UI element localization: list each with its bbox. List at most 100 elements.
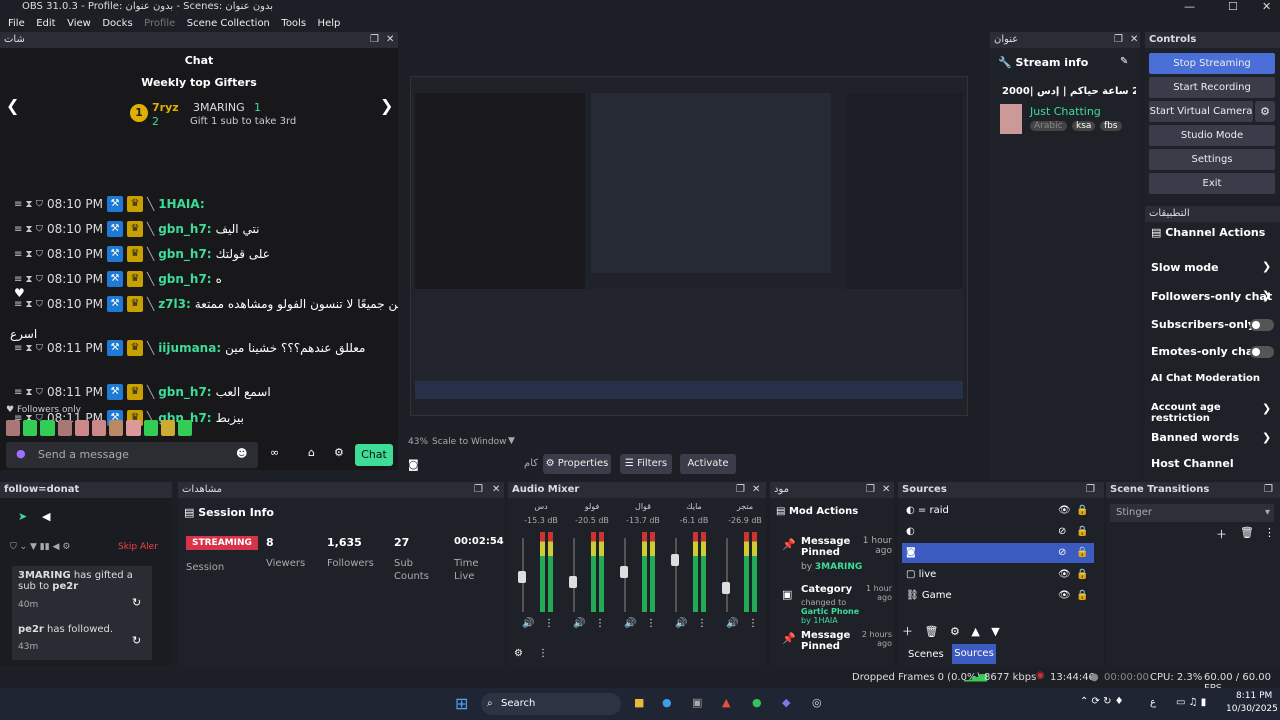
folder-icon[interactable]: ■ — [634, 696, 644, 709]
menu-icon[interactable]: ⋮ — [544, 618, 554, 629]
chat-input-box[interactable]: ● Send a message ☻ — [6, 442, 258, 468]
add-icon[interactable]: ＋ — [1216, 526, 1227, 542]
chrome-icon[interactable]: ● — [752, 696, 762, 709]
close-button[interactable]: ✕ — [1262, 0, 1271, 13]
chevron-right-icon[interactable]: ❯ — [1262, 289, 1271, 302]
chevron-right-icon[interactable]: ❯ — [1262, 431, 1271, 444]
source-item-raid[interactable]: ◐ = raid 👁 🔒 — [902, 501, 1094, 521]
source-toolbar[interactable]: ＋ 🗑 ⚙ ▲ ▼ — [902, 623, 1000, 639]
message-author[interactable]: gbn_h7: — [158, 272, 211, 286]
speaker-icon[interactable]: 🔊 — [522, 618, 534, 629]
menu-docks[interactable]: Docks — [102, 16, 132, 32]
menu-icon[interactable]: ⋮ — [646, 618, 656, 629]
banned-words-item[interactable]: Banned words — [1151, 431, 1239, 444]
float-icon[interactable]: ❐ — [866, 482, 875, 498]
stop-streaming-button[interactable]: Stop Streaming — [1149, 53, 1275, 74]
gear-icon[interactable]: ⚙ — [1255, 101, 1275, 122]
chevron-right-icon[interactable]: ❯ — [1262, 260, 1271, 273]
volume-handle[interactable] — [620, 566, 628, 579]
send-icon[interactable]: ➤ — [18, 510, 27, 523]
replay-icon[interactable]: ↻ — [132, 634, 141, 647]
float-icon[interactable]: ❐ — [1264, 482, 1273, 498]
close-icon[interactable]: ✕ — [1130, 32, 1138, 48]
menu-icon[interactable]: ⋮ — [748, 618, 758, 629]
scale-dropdown[interactable]: Scale to Window — [432, 437, 506, 447]
float-icon[interactable]: ❐ — [736, 482, 745, 498]
menu-profile[interactable]: Profile — [144, 16, 175, 32]
emote-icon[interactable] — [6, 420, 21, 436]
message-author[interactable]: gbn_h7: — [158, 222, 211, 236]
float-icon[interactable]: ❐ — [474, 482, 483, 498]
close-icon[interactable]: ✕ — [492, 482, 500, 498]
megaphone-icon[interactable]: ◀ — [42, 510, 50, 523]
source-item[interactable]: ◐ ⊘ 🔒 — [902, 522, 1094, 542]
eye-icon[interactable]: 👁 — [1058, 501, 1071, 521]
lock-icon[interactable]: 🔒 — [1076, 565, 1088, 585]
emote-icon[interactable] — [143, 420, 158, 436]
emote-icon[interactable] — [109, 420, 124, 436]
speaker-icon[interactable]: 🔊 — [675, 618, 687, 629]
store-icon[interactable]: ⌂ — [308, 446, 315, 459]
tray-icons[interactable]: ⌃ ⟳ ↻ ♦ — [1080, 696, 1124, 707]
close-icon[interactable]: ✕ — [386, 32, 394, 48]
tab-sources[interactable]: Sources — [952, 644, 996, 664]
emotes-only-toggle[interactable] — [1250, 346, 1274, 358]
close-icon[interactable]: ✕ — [752, 482, 760, 498]
exit-button[interactable]: Exit — [1149, 173, 1275, 194]
lock-icon[interactable]: 🔒 — [1076, 586, 1088, 606]
eye-off-icon[interactable]: ⊘ — [1058, 543, 1066, 563]
message-author[interactable]: gbn_h7: — [158, 385, 211, 399]
edge-icon[interactable]: ● — [662, 696, 672, 709]
emote-icon[interactable] — [126, 420, 141, 436]
activate-button[interactable]: Activate — [680, 454, 736, 474]
menu-icon[interactable]: ⋮ — [697, 618, 707, 629]
followers-only-item[interactable]: Followers-only chat — [1151, 290, 1272, 303]
menu-file[interactable]: File — [8, 16, 25, 32]
settings-button[interactable]: Settings — [1149, 149, 1275, 170]
speaker-icon[interactable]: 🔊 — [573, 618, 585, 629]
message-author[interactable]: iijumana: — [158, 341, 221, 355]
chat-input[interactable]: Send a message — [38, 448, 129, 461]
volume-handle[interactable] — [518, 571, 526, 584]
emote-icon[interactable] — [23, 420, 38, 436]
store-icon[interactable]: ▣ — [692, 696, 702, 709]
minimize-button[interactable]: — — [1184, 0, 1195, 13]
preview-canvas[interactable] — [410, 76, 968, 416]
eye-off-icon[interactable]: ⊘ — [1058, 522, 1066, 542]
gear-icon[interactable]: ⚙ — [514, 648, 523, 659]
chevron-down-icon[interactable]: ▼ — [508, 436, 515, 446]
menu-icon[interactable]: ⋮ — [538, 648, 548, 659]
filters-button[interactable]: ☰ Filters — [620, 454, 672, 474]
volume-handle[interactable] — [569, 576, 577, 589]
menu-icon[interactable]: ⋮ — [595, 618, 605, 629]
menu-scene-collection[interactable]: Scene Collection — [187, 16, 270, 32]
menu-edit[interactable]: Edit — [36, 16, 55, 32]
windows-start-icon[interactable]: ⊞ — [455, 694, 468, 713]
menu-help[interactable]: Help — [318, 16, 341, 32]
emote-icon[interactable] — [57, 420, 72, 436]
volume-slider[interactable] — [573, 538, 575, 612]
emote-icon[interactable] — [91, 420, 107, 436]
emotes-only-item[interactable]: Emotes-only chat — [1151, 345, 1259, 358]
message-author[interactable]: z7l3: — [158, 297, 191, 311]
chevron-left-icon[interactable]: ❮ — [6, 96, 19, 115]
lock-icon[interactable]: 🔒 — [1076, 543, 1088, 563]
skip-alert-button[interactable]: Skip Aler — [118, 542, 158, 552]
lock-icon[interactable]: 🔒 — [1076, 522, 1088, 542]
chevron-right-icon[interactable]: ❯ — [1262, 402, 1271, 415]
brave-icon[interactable]: ▲ — [722, 696, 730, 709]
start-virtual-camera-button[interactable]: Start Virtual Camera — [1149, 101, 1253, 122]
discord-icon[interactable]: ◆ — [782, 696, 790, 709]
maximize-button[interactable]: ☐ — [1228, 0, 1238, 13]
volume-handle[interactable] — [671, 554, 679, 567]
edit-icon[interactable]: ✎ — [1120, 56, 1128, 67]
transition-select[interactable]: Stinger ▾ — [1110, 504, 1274, 522]
language-indicator[interactable]: ع — [1150, 697, 1156, 708]
tab-scenes[interactable]: Scenes — [908, 647, 944, 662]
eye-icon[interactable]: 👁 — [1058, 565, 1071, 585]
host-channel-item[interactable]: Host Channel — [1151, 457, 1234, 470]
mic-icon[interactable]: ● — [16, 447, 26, 460]
volume-slider[interactable] — [675, 538, 677, 612]
menu-icon[interactable]: ⋮ — [1264, 526, 1275, 539]
source-item-game[interactable]: ⛓ Game 👁 🔒 — [902, 586, 1094, 606]
